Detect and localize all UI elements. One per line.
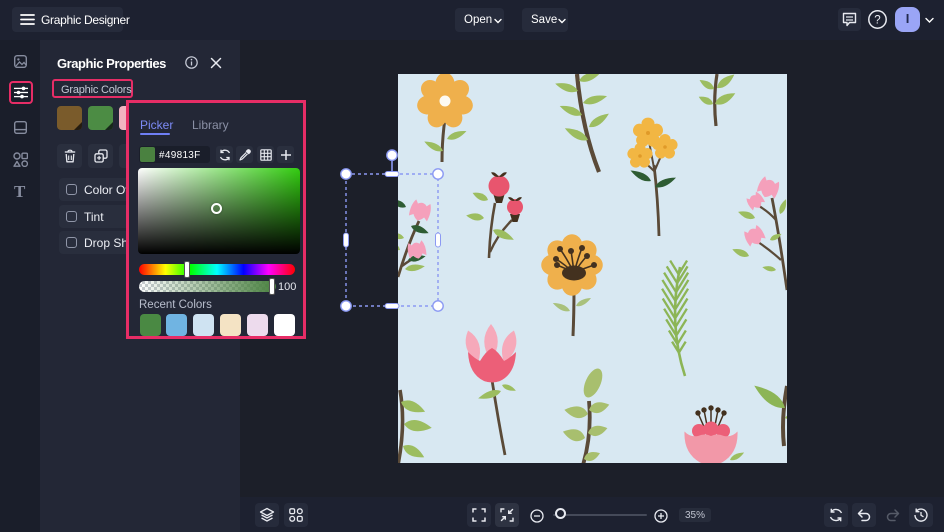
svg-text:?: ? xyxy=(874,15,880,27)
